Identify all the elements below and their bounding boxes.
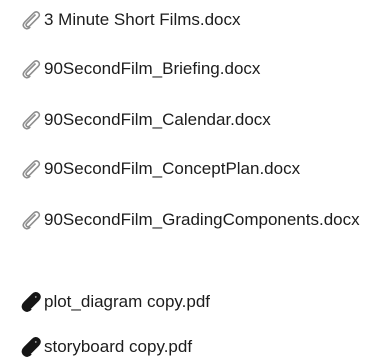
paperclip-icon	[20, 209, 42, 231]
attachment-name: 90SecondFilm_Calendar.docx	[44, 110, 271, 129]
attachment-name: 90SecondFilm_GradingComponents.docx	[44, 210, 360, 229]
attachment-name: plot_diagram copy.pdf	[44, 292, 211, 311]
paperclip-icon	[20, 291, 42, 313]
attachment-name: 90SecondFilm_Briefing.docx	[44, 59, 261, 78]
attachment-name: 90SecondFilm_ConceptPlan.docx	[44, 159, 301, 178]
attachment-list: 3 Minute Short Films.docx 90SecondFilm_B…	[0, 0, 380, 360]
attachment-name: 3 Minute Short Films.docx	[44, 10, 241, 29]
paperclip-icon	[20, 336, 42, 358]
attachment-name: storyboard copy.pdf	[44, 337, 193, 356]
paperclip-icon	[20, 109, 42, 131]
paperclip-icon	[20, 58, 42, 80]
paperclip-icon	[20, 9, 42, 31]
paperclip-icon	[20, 158, 42, 180]
